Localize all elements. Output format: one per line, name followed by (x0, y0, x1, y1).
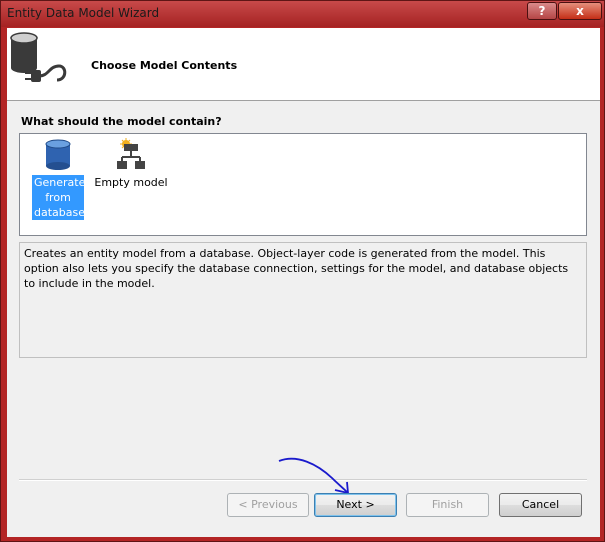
cancel-button[interactable]: Cancel (499, 493, 582, 517)
option-description: Creates an entity model from a database.… (19, 242, 587, 358)
close-button[interactable]: x (558, 2, 602, 20)
wizard-header: Choose Model Contents (7, 28, 600, 101)
model-contents-list[interactable]: Generate from database Empty model (19, 133, 587, 236)
section-label: What should the model contain? (21, 115, 222, 128)
option-label: Empty model (94, 176, 168, 189)
page-title: Choose Model Contents (91, 59, 238, 72)
option-empty-model[interactable]: Empty model (90, 138, 172, 190)
hand-drawn-arrow-icon (278, 457, 350, 495)
option-generate-from-database[interactable]: Generate from database (32, 138, 86, 220)
hierarchy-icon (117, 138, 145, 169)
wizard-window: Entity Data Model Wizard ? x Choose Mode… (0, 0, 605, 542)
database-plug-icon (10, 32, 67, 82)
window-title: Entity Data Model Wizard (7, 6, 160, 20)
database-icon (45, 139, 71, 170)
previous-button[interactable]: < Previous (227, 493, 309, 517)
finish-button[interactable]: Finish (406, 493, 489, 517)
next-button[interactable]: Next > (314, 493, 397, 517)
option-label: Generate from database (32, 175, 86, 220)
help-button[interactable]: ? (527, 2, 557, 20)
title-bar[interactable]: Entity Data Model Wizard ? x (1, 1, 604, 27)
wizard-body: Choose Model Contents What should the mo… (7, 28, 600, 537)
